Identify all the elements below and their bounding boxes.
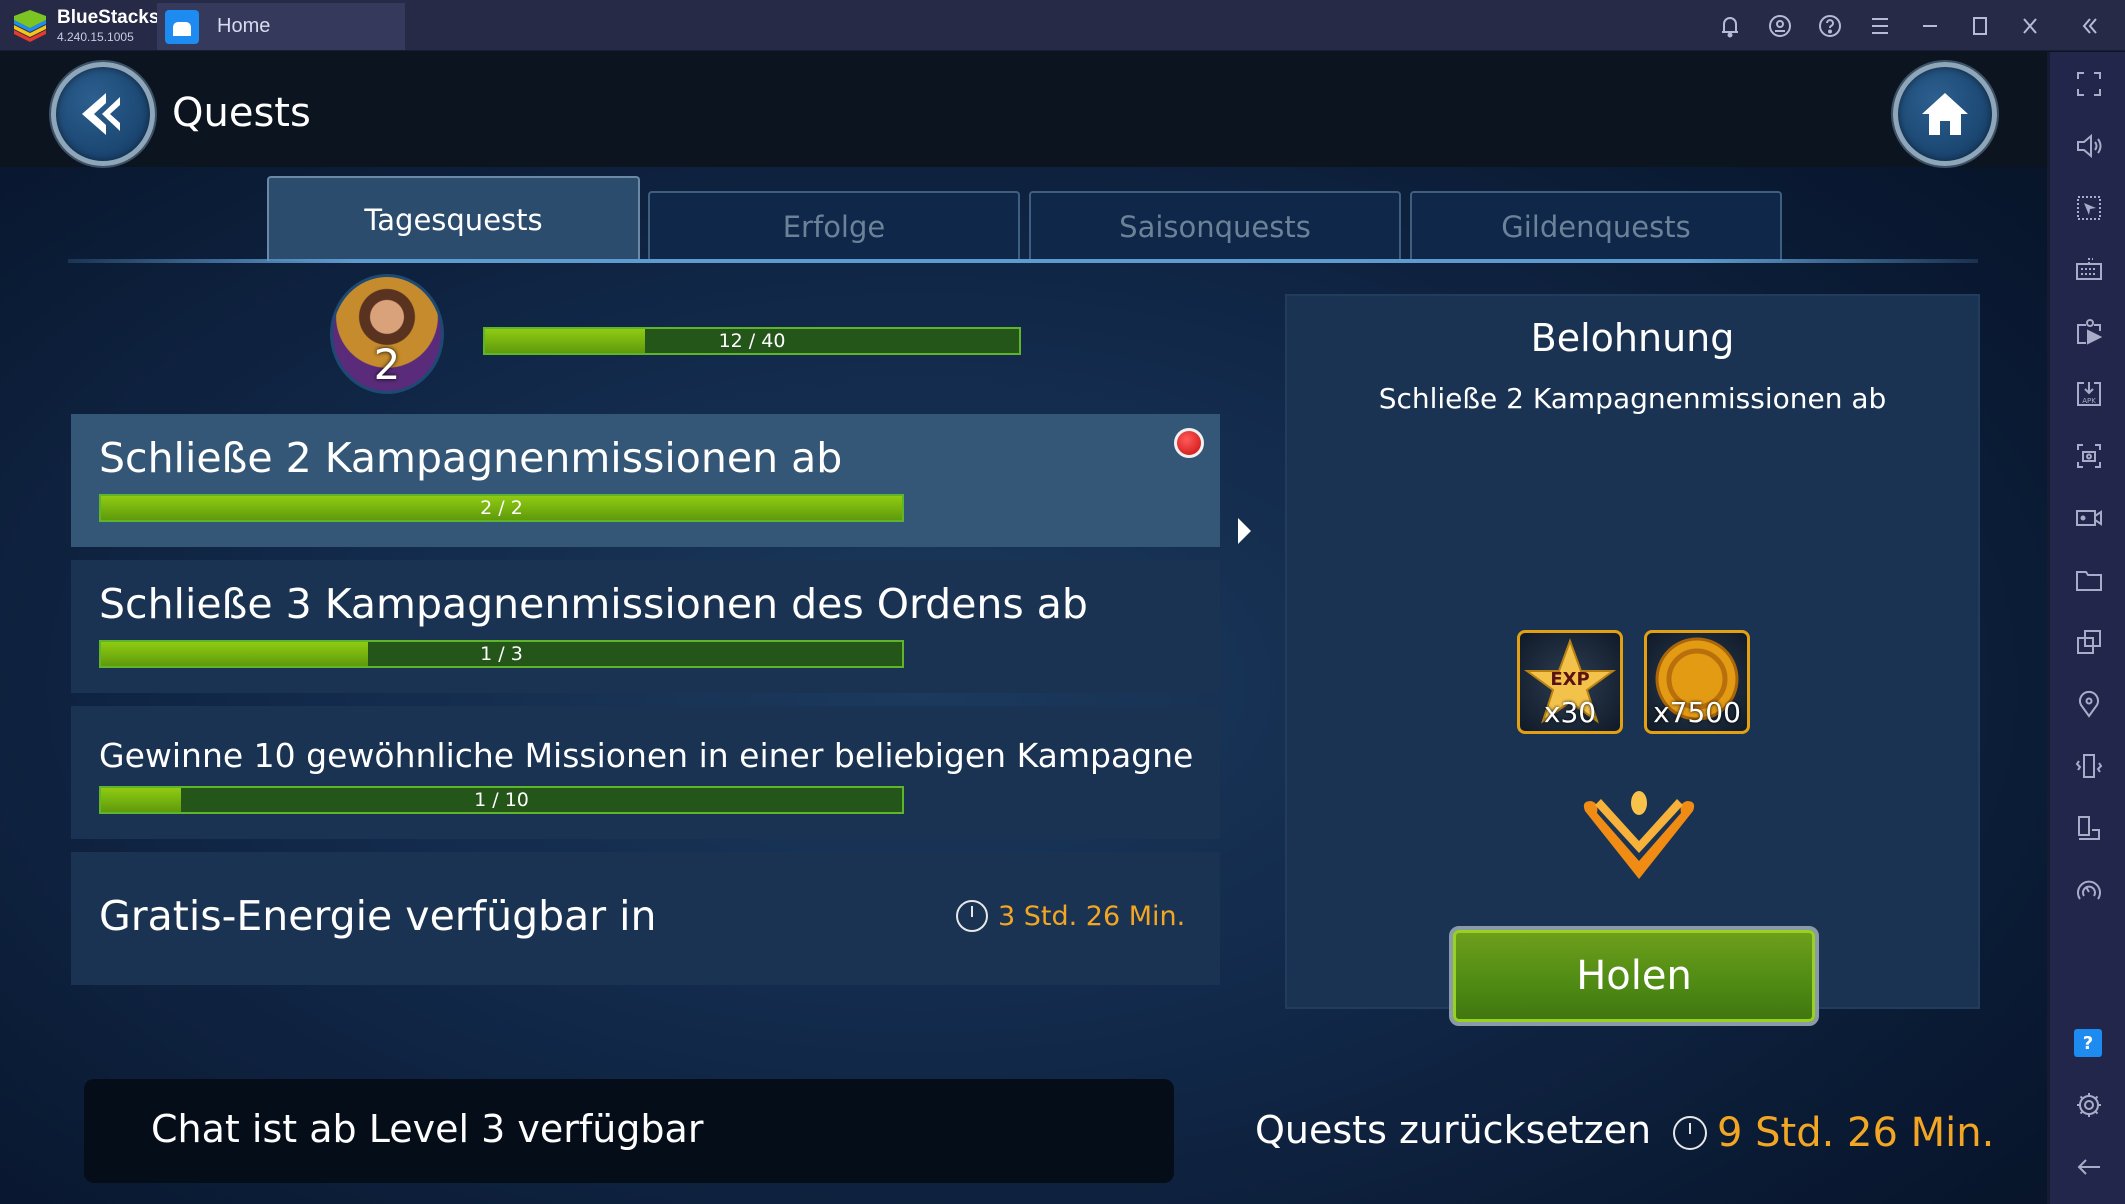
folder-icon[interactable] — [2050, 558, 2125, 602]
quest-progress-bar: 1 / 10 — [99, 786, 904, 814]
tabs-divider — [68, 259, 1978, 263]
maximize-icon[interactable] — [1955, 1, 2005, 51]
tab-home-label: Home — [217, 15, 271, 37]
install-apk-icon[interactable]: APK — [2050, 372, 2125, 416]
reward-item-exp[interactable]: EXP x30 — [1517, 630, 1623, 734]
chat-unavailable-text: Chat ist ab Level 3 verfügbar — [151, 1107, 704, 1151]
quest-progress-label: 2 / 2 — [480, 497, 523, 519]
title-bar: BlueStacks 4.240.15.1005 Home Dragon Cha… — [0, 0, 2125, 1204]
keyboard-icon[interactable] — [2050, 248, 2125, 292]
svg-text:APK: APK — [2082, 397, 2096, 405]
clock-icon — [956, 900, 988, 932]
media-manager-icon[interactable] — [2050, 310, 2125, 354]
location-icon[interactable] — [2050, 682, 2125, 726]
bluestacks-window: BlueStacks 4.240.15.1005 Home Dragon Cha… — [0, 0, 2125, 1204]
tab-tagesquests-label: Tagesquests — [364, 202, 543, 237]
player-level: 2 — [373, 340, 401, 389]
reward-qty: x7500 — [1653, 696, 1741, 729]
free-energy-time: 3 Std. 26 Min. — [998, 900, 1186, 932]
selected-arrow-icon — [1238, 518, 1251, 544]
quest-reset-timer: 9 Std. 26 Min. — [1673, 1110, 1994, 1156]
quest-item[interactable]: Schließe 2 Kampagnenmissionen ab 2 / 2 — [71, 414, 1220, 547]
free-energy-item: Gratis-Energie verfügbar in 3 Std. 26 Mi… — [71, 852, 1220, 985]
quest-progress-label: 1 / 10 — [474, 789, 529, 811]
free-energy-label: Gratis-Energie verfügbar in — [99, 892, 657, 940]
help-icon[interactable]: ? — [2074, 1029, 2102, 1057]
notification-dot-icon — [1174, 428, 1204, 458]
volume-icon[interactable] — [2050, 124, 2125, 168]
double-chevron-left-icon — [82, 93, 120, 135]
rotate-icon[interactable] — [2050, 806, 2125, 850]
quest-progress-bar: 1 / 3 — [99, 640, 904, 668]
close-icon[interactable] — [2005, 1, 2055, 51]
back-button[interactable] — [51, 62, 155, 166]
tab-erfolge-label: Erfolge — [782, 210, 886, 244]
tab-home[interactable]: Home — [157, 3, 405, 50]
quest-item[interactable]: Gewinne 10 gewöhnliche Missionen in eine… — [71, 706, 1220, 839]
page-title: Quests — [172, 90, 311, 136]
minimize-icon[interactable] — [1905, 1, 1955, 51]
reward-item-gold[interactable]: x7500 — [1644, 630, 1750, 734]
quest-progress-bar: 2 / 2 — [99, 494, 904, 522]
account-icon[interactable] — [1755, 1, 1805, 51]
pointer-icon[interactable] — [2050, 186, 2125, 230]
quest-reset-time: 9 Std. 26 Min. — [1717, 1110, 1995, 1156]
bluestacks-sidebar: APK ? — [2047, 52, 2125, 1204]
reward-panel: Belohnung Schließe 2 Kampagnenmissionen … — [1285, 294, 1980, 1026]
free-energy-timer: 3 Std. 26 Min. — [956, 900, 1185, 932]
app-version: 4.240.15.1005 — [57, 30, 134, 44]
chevron-down-ornament-icon — [1583, 791, 1695, 879]
reward-title: Belohnung — [1530, 316, 1735, 360]
home-button[interactable] — [1893, 62, 1997, 166]
record-icon[interactable] — [2050, 496, 2125, 540]
shake-icon[interactable] — [2050, 744, 2125, 788]
tab-saisonquests-label: Saisonquests — [1119, 210, 1311, 244]
multi-instance-icon[interactable] — [2050, 620, 2125, 664]
home-icon — [165, 9, 199, 44]
quest-title: Gewinne 10 gewöhnliche Missionen in eine… — [99, 736, 1194, 775]
tab-tagesquests[interactable]: Tagesquests — [267, 176, 640, 261]
tab-gildenquests[interactable]: Gildenquests — [1410, 191, 1782, 261]
claim-button[interactable]: Holen — [1449, 926, 1819, 1026]
tab-erfolge[interactable]: Erfolge — [648, 191, 1020, 261]
bluestacks-logo-icon — [14, 10, 46, 42]
chat-box[interactable]: Chat ist ab Level 3 verfügbar — [84, 1079, 1174, 1183]
svg-text:EXP: EXP — [1550, 669, 1589, 690]
game-viewport: Quests Tagesquests Erfolge Saisonquests … — [0, 52, 2047, 1204]
menu-icon[interactable] — [1855, 1, 1905, 51]
screenshot-icon[interactable] — [2050, 434, 2125, 478]
tab-saisonquests[interactable]: Saisonquests — [1029, 191, 1401, 261]
quest-progress-label: 1 / 3 — [480, 643, 523, 665]
collapse-sidebar-icon[interactable] — [2055, 1, 2125, 51]
settings-icon[interactable] — [2050, 1083, 2125, 1127]
player-avatar[interactable]: 2 — [330, 274, 444, 394]
quest-item[interactable]: Schließe 3 Kampagnenmissionen des Ordens… — [71, 560, 1220, 693]
app-name: BlueStacks — [57, 7, 160, 28]
performance-icon[interactable] — [2050, 868, 2125, 912]
quest-title: Schließe 3 Kampagnenmissionen des Ordens… — [99, 580, 1088, 628]
reward-subtitle: Schließe 2 Kampagnenmissionen ab — [1378, 382, 1887, 415]
window-controls — [1705, 0, 2125, 51]
help-icon[interactable] — [1805, 1, 1855, 51]
quest-reset-label: Quests zurücksetzen — [1255, 1108, 1652, 1152]
bell-icon[interactable] — [1705, 1, 1755, 51]
tab-gildenquests-label: Gildenquests — [1501, 210, 1691, 244]
quest-title: Schließe 2 Kampagnenmissionen ab — [99, 434, 843, 482]
reward-qty: x30 — [1543, 696, 1597, 729]
back-icon[interactable] — [2050, 1145, 2125, 1189]
house-icon — [1922, 93, 1968, 135]
player-progress-bar: 12 / 40 — [483, 327, 1021, 355]
clock-icon — [1673, 1116, 1707, 1150]
player-progress-label: 12 / 40 — [718, 330, 786, 352]
fullscreen-icon[interactable] — [2050, 62, 2125, 106]
